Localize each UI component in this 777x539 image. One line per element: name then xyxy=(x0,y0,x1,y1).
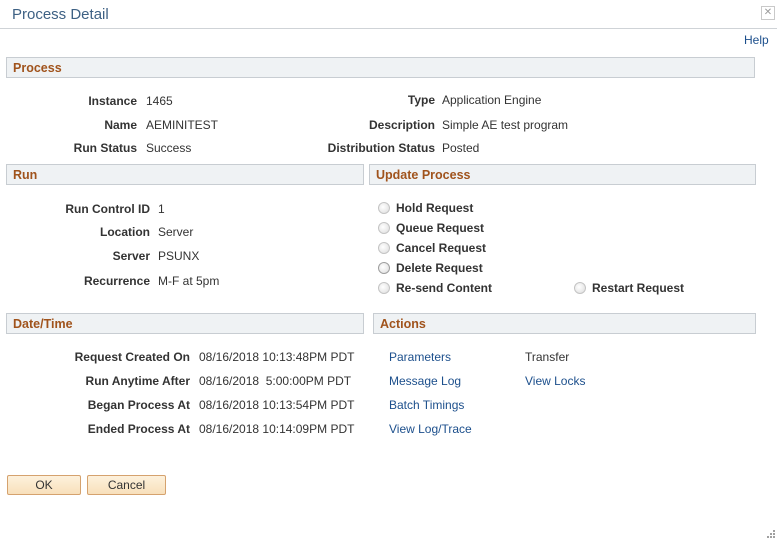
type-value: Application Engine xyxy=(442,93,542,107)
actions-section-header: Actions xyxy=(373,313,756,334)
request-created-value: 08/16/2018 10:13:48PM PDT xyxy=(199,350,355,364)
cancel-request-radio[interactable]: Cancel Request xyxy=(378,241,486,255)
run-heading: Run xyxy=(13,168,38,182)
name-value: AEMINITEST xyxy=(146,118,219,132)
distribution-status-label: Distribution Status xyxy=(327,141,435,155)
name-label: Name xyxy=(104,118,137,132)
parameters-link[interactable]: Parameters xyxy=(389,350,451,364)
began-process-label: Began Process At xyxy=(87,398,190,412)
queue-request-radio[interactable]: Queue Request xyxy=(378,221,484,235)
hold-request-radio[interactable]: Hold Request xyxy=(378,201,473,215)
batch-timings-link[interactable]: Batch Timings xyxy=(389,398,464,412)
description-label: Description xyxy=(368,118,435,132)
resend-content-radio[interactable]: Re-send Content xyxy=(378,281,492,295)
transfer-text: Transfer xyxy=(525,350,570,364)
instance-label: Instance xyxy=(88,94,137,108)
server-value: PSUNX xyxy=(158,249,200,263)
resize-grip-icon[interactable] xyxy=(767,530,776,539)
close-icon[interactable]: ✕ xyxy=(761,6,775,20)
dialog-title: Process Detail xyxy=(12,6,109,23)
run-anytime-after-label: Run Anytime After xyxy=(85,374,190,388)
datetime-heading: Date/Time xyxy=(13,317,73,331)
server-label: Server xyxy=(112,249,150,263)
recurrence-value: M-F at 5pm xyxy=(158,274,220,288)
update-process-section-header: Update Process xyxy=(369,164,756,185)
radio-icon[interactable] xyxy=(574,282,586,294)
run-control-id-label: Run Control ID xyxy=(65,202,150,216)
radio-icon[interactable] xyxy=(378,242,390,254)
radio-icon[interactable] xyxy=(378,222,390,234)
run-section-header: Run xyxy=(6,164,364,185)
ended-process-value: 08/16/2018 10:14:09PM PDT xyxy=(199,422,355,436)
help-link[interactable]: Help xyxy=(744,33,769,47)
began-process-value: 08/16/2018 10:13:54PM PDT xyxy=(199,398,355,412)
run-anytime-after-value: 08/16/2018 5:00:00PM PDT xyxy=(199,374,352,388)
radio-icon[interactable] xyxy=(378,202,390,214)
location-label: Location xyxy=(100,225,150,239)
instance-value: 1465 xyxy=(146,94,173,108)
view-locks-link[interactable]: View Locks xyxy=(525,374,585,388)
actions-heading: Actions xyxy=(380,317,426,331)
cancel-button[interactable]: Cancel xyxy=(87,475,166,495)
radio-icon[interactable] xyxy=(378,282,390,294)
delete-request-radio[interactable]: Delete Request xyxy=(378,261,483,275)
view-log-trace-link[interactable]: View Log/Trace xyxy=(389,422,472,436)
location-value: Server xyxy=(158,225,194,239)
run-status-value: Success xyxy=(146,141,192,155)
recurrence-label: Recurrence xyxy=(83,274,150,288)
dialog-titlebar: Process Detail ✕ xyxy=(0,0,777,29)
restart-request-radio[interactable]: Restart Request xyxy=(574,281,684,295)
process-section-header: Process xyxy=(6,57,755,78)
radio-icon[interactable] xyxy=(378,262,390,274)
message-log-link[interactable]: Message Log xyxy=(389,374,461,388)
ended-process-label: Ended Process At xyxy=(87,422,190,436)
datetime-section-header: Date/Time xyxy=(6,313,364,334)
description-value: Simple AE test program xyxy=(442,118,569,132)
run-status-label: Run Status xyxy=(73,141,137,155)
run-control-id-value: 1 xyxy=(158,202,165,216)
ok-button[interactable]: OK xyxy=(7,475,81,495)
type-label: Type xyxy=(407,93,435,107)
process-heading: Process xyxy=(13,61,62,75)
request-created-label: Request Created On xyxy=(74,350,190,364)
distribution-status-value: Posted xyxy=(442,141,480,155)
update-process-heading: Update Process xyxy=(376,168,471,182)
